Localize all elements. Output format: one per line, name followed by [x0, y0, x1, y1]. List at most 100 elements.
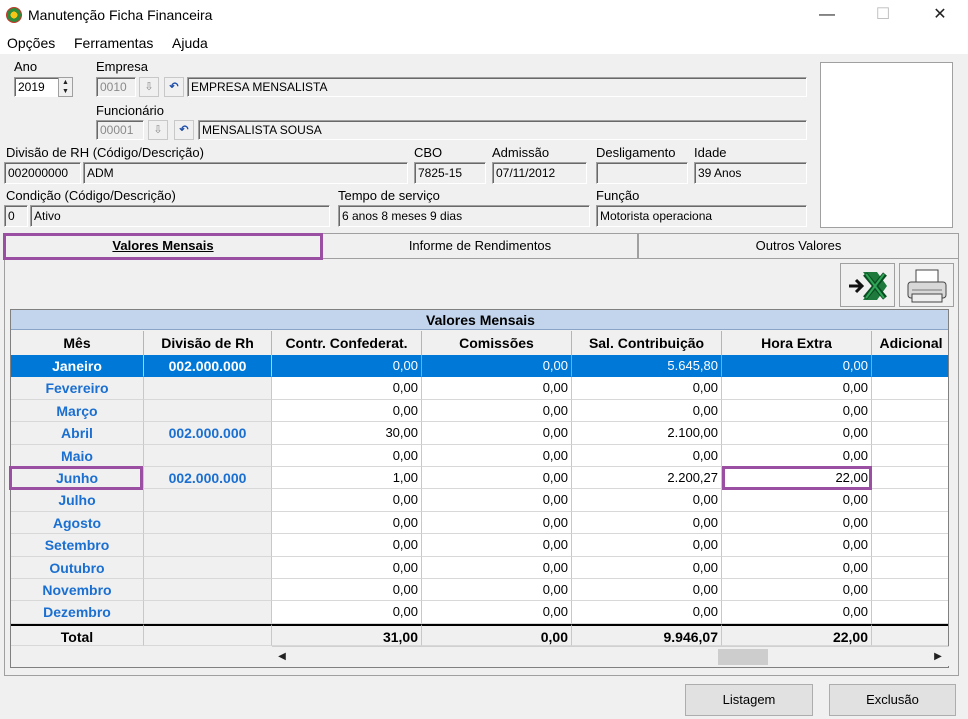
cell-adicional[interactable] — [872, 489, 948, 512]
col-header-hora-extra[interactable]: Hora Extra — [722, 331, 872, 355]
menu-ferramentas[interactable]: Ferramentas — [74, 35, 153, 51]
cell-sal[interactable]: 0,00 — [572, 601, 722, 624]
cell-hora-extra[interactable]: 22,00 — [722, 467, 872, 490]
cell-adicional[interactable] — [872, 579, 948, 602]
table-row[interactable]: Fevereiro 0,00 0,00 0,00 0,00 — [11, 377, 948, 400]
cell-adicional[interactable] — [872, 511, 948, 535]
cell-contr[interactable]: 0,00 — [272, 511, 422, 535]
cell-adicional[interactable] — [872, 399, 948, 423]
horizontal-scrollbar[interactable]: ◀ ▶ — [272, 646, 949, 666]
excel-export-button[interactable] — [840, 263, 895, 307]
cell-adicional[interactable] — [872, 601, 948, 624]
cell-sal[interactable]: 0,00 — [572, 534, 722, 557]
cell-contr[interactable]: 0,00 — [272, 444, 422, 467]
col-header-divisao[interactable]: Divisão de Rh — [144, 331, 272, 355]
table-row[interactable]: Agosto 0,00 0,00 0,00 0,00 — [11, 511, 948, 535]
cell-hora-extra[interactable]: 0,00 — [722, 579, 872, 602]
listagem-button[interactable]: Listagem — [685, 684, 813, 716]
table-row[interactable]: Abril 002.000.000 30,00 0,00 2.100,00 0,00 — [11, 422, 948, 445]
cell-comissoes[interactable]: 0,00 — [422, 511, 572, 535]
table-row[interactable]: Junho 002.000.000 1,00 0,00 2.200,27 22,00 — [11, 467, 948, 490]
empresa-undo-icon[interactable]: ↶ — [164, 77, 184, 97]
cell-sal[interactable]: 0,00 — [572, 377, 722, 400]
cell-sal[interactable]: 0,00 — [572, 444, 722, 467]
cell-contr[interactable]: 0,00 — [272, 534, 422, 557]
cell-hora-extra[interactable]: 0,00 — [722, 355, 872, 378]
cell-comissoes[interactable]: 0,00 — [422, 579, 572, 602]
cell-adicional[interactable] — [872, 467, 948, 490]
scroll-right-icon[interactable]: ▶ — [931, 650, 945, 664]
spin-down-icon[interactable]: ▼ — [59, 87, 72, 96]
cell-sal[interactable]: 0,00 — [572, 556, 722, 579]
tab-informe-rendimentos[interactable]: Informe de Rendimentos — [322, 233, 638, 258]
cell-comissoes[interactable]: 0,00 — [422, 377, 572, 400]
cell-hora-extra[interactable]: 0,00 — [722, 556, 872, 579]
menu-ajuda[interactable]: Ajuda — [172, 35, 208, 51]
cell-hora-extra[interactable]: 0,00 — [722, 489, 872, 512]
cell-sal[interactable]: 0,00 — [572, 579, 722, 602]
table-row[interactable]: Julho 0,00 0,00 0,00 0,00 — [11, 489, 948, 512]
cell-hora-extra[interactable]: 0,00 — [722, 601, 872, 624]
cell-sal[interactable]: 0,00 — [572, 511, 722, 535]
ano-spinner[interactable]: ▲ ▼ — [58, 77, 73, 97]
cell-comissoes[interactable]: 0,00 — [422, 534, 572, 557]
cell-contr[interactable]: 0,00 — [272, 489, 422, 512]
cell-comissoes[interactable]: 0,00 — [422, 467, 572, 490]
close-button[interactable]: ✕ — [925, 4, 955, 26]
exclusao-button[interactable]: Exclusão — [829, 684, 956, 716]
cell-sal[interactable]: 2.100,00 — [572, 422, 722, 445]
cell-adicional[interactable] — [872, 377, 948, 400]
cell-hora-extra[interactable]: 0,00 — [722, 444, 872, 467]
maximize-button[interactable]: ☐ — [868, 4, 898, 26]
cell-hora-extra[interactable]: 0,00 — [722, 422, 872, 445]
cell-contr[interactable]: 0,00 — [272, 377, 422, 400]
cell-adicional[interactable] — [872, 534, 948, 557]
cell-hora-extra[interactable]: 0,00 — [722, 534, 872, 557]
cell-adicional[interactable] — [872, 422, 948, 445]
cell-contr[interactable]: 0,00 — [272, 399, 422, 423]
cell-contr[interactable]: 0,00 — [272, 355, 422, 378]
cell-contr[interactable]: 30,00 — [272, 422, 422, 445]
cell-sal[interactable]: 2.200,27 — [572, 467, 722, 490]
cell-comissoes[interactable]: 0,00 — [422, 601, 572, 624]
tab-valores-mensais[interactable]: Valores Mensais — [4, 233, 322, 258]
funcionario-lookup-icon[interactable]: ⇩ — [148, 120, 168, 140]
cell-hora-extra[interactable]: 0,00 — [722, 511, 872, 535]
col-header-comissoes[interactable]: Comissões — [422, 331, 572, 355]
empresa-code-input[interactable]: 0010 — [96, 77, 136, 97]
table-row[interactable]: Outubro 0,00 0,00 0,00 0,00 — [11, 556, 948, 579]
cell-comissoes[interactable]: 0,00 — [422, 355, 572, 378]
col-header-mes[interactable]: Mês — [11, 331, 144, 355]
scroll-thumb[interactable] — [718, 649, 768, 665]
cell-contr[interactable]: 0,00 — [272, 556, 422, 579]
menu-opcoes[interactable]: Opções — [7, 35, 55, 51]
cell-contr[interactable]: 0,00 — [272, 579, 422, 602]
cell-comissoes[interactable]: 0,00 — [422, 444, 572, 467]
cell-hora-extra[interactable]: 0,00 — [722, 399, 872, 423]
table-row[interactable]: Setembro 0,00 0,00 0,00 0,00 — [11, 534, 948, 557]
table-row[interactable]: Janeiro 002.000.000 0,00 0,00 5.645,80 0,00 — [11, 355, 948, 378]
cell-hora-extra[interactable]: 0,00 — [722, 377, 872, 400]
cell-contr[interactable]: 0,00 — [272, 601, 422, 624]
scroll-left-icon[interactable]: ◀ — [275, 650, 289, 664]
cell-comissoes[interactable]: 0,00 — [422, 556, 572, 579]
table-row[interactable]: Março 0,00 0,00 0,00 0,00 — [11, 399, 948, 423]
cell-comissoes[interactable]: 0,00 — [422, 489, 572, 512]
minimize-button[interactable]: — — [812, 4, 842, 26]
spin-up-icon[interactable]: ▲ — [59, 78, 72, 87]
cell-adicional[interactable] — [872, 355, 948, 378]
funcionario-undo-icon[interactable]: ↶ — [174, 120, 194, 140]
cell-sal[interactable]: 0,00 — [572, 399, 722, 423]
tab-outros-valores[interactable]: Outros Valores — [638, 233, 959, 258]
cell-sal[interactable]: 0,00 — [572, 489, 722, 512]
cell-sal[interactable]: 5.645,80 — [572, 355, 722, 378]
valores-mensais-grid[interactable]: Valores Mensais Mês Divisão de Rh Contr.… — [10, 309, 949, 668]
empresa-lookup-icon[interactable]: ⇩ — [139, 77, 159, 97]
print-button[interactable] — [899, 263, 954, 307]
cell-adicional[interactable] — [872, 444, 948, 467]
ano-input[interactable]: 2019 — [14, 77, 59, 97]
col-header-sal[interactable]: Sal. Contribuição — [572, 331, 722, 355]
cell-comissoes[interactable]: 0,00 — [422, 399, 572, 423]
table-row[interactable]: Dezembro 0,00 0,00 0,00 0,00 — [11, 601, 948, 624]
cell-comissoes[interactable]: 0,00 — [422, 422, 572, 445]
